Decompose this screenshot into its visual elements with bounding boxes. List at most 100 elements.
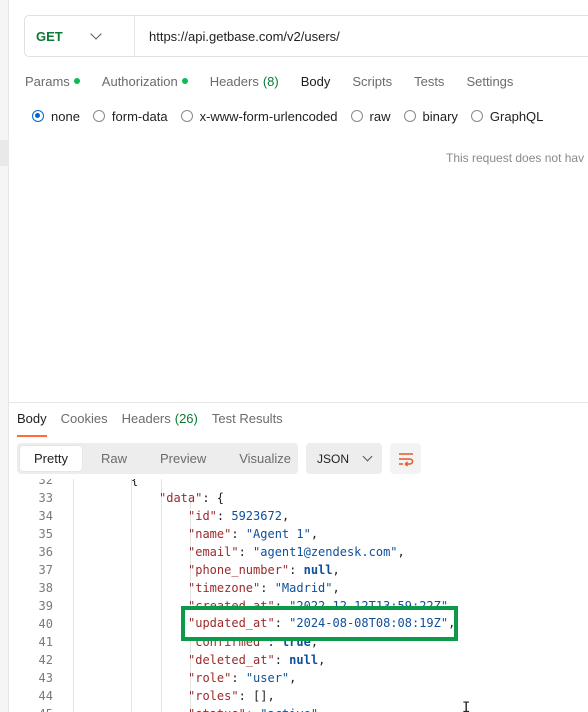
view-mode-visualize[interactable]: Visualize	[225, 446, 305, 471]
code-text: "id": 5923672,	[188, 507, 289, 525]
line-number: 34	[38, 509, 53, 523]
line-number: 35	[38, 527, 53, 541]
tab-scripts[interactable]: Scripts	[352, 72, 392, 90]
text-cursor-icon: I	[462, 700, 471, 712]
line-number: 39	[38, 599, 53, 613]
radio-label: raw	[369, 108, 391, 124]
code-token: "id"	[188, 509, 217, 523]
body-type-graphql[interactable]: GraphQL	[470, 108, 544, 124]
format-select[interactable]: JSON	[306, 443, 382, 474]
radio-label: form-data	[111, 108, 168, 124]
code-token: "email"	[188, 545, 239, 559]
tab-settings[interactable]: Settings	[466, 72, 513, 90]
tab-label: Headers	[209, 73, 259, 89]
code-token: "timezone"	[188, 581, 261, 595]
code-text: "status": "active"	[188, 705, 318, 712]
code-token: :	[289, 563, 304, 577]
radio-button[interactable]	[470, 110, 483, 122]
response-tab-cookies[interactable]: Cookies	[61, 411, 108, 437]
code-token: "2024-08-08T08:08:19Z"	[289, 616, 449, 630]
tab-count: (26)	[174, 411, 198, 426]
code-line: 35 "name": "Agent 1",	[9, 525, 588, 543]
view-mode-raw[interactable]: Raw	[87, 446, 141, 471]
code-token: null	[303, 563, 333, 577]
code-token: :	[260, 581, 275, 595]
code-token: ,	[448, 616, 456, 630]
line-number: 40	[38, 617, 53, 631]
body-type-binary[interactable]: binary	[403, 109, 458, 124]
code-token: "phone_number"	[188, 563, 290, 577]
view-mode-preview[interactable]: Preview	[146, 446, 220, 471]
response-code-viewer[interactable]: 32{33 "data": {34 "id": 5923672, 35 "name": …	[9, 479, 588, 712]
tab-label: Test Results	[211, 411, 283, 426]
code-token: "agent1@zendesk.com"	[253, 545, 398, 559]
tab-authorization[interactable]: Authorization	[102, 72, 188, 90]
line-number: 44	[38, 689, 53, 703]
tab-headers[interactable]: Headers (8)	[210, 72, 279, 90]
code-line: 37 "phone_number": null,	[9, 561, 588, 579]
body-type-form-data[interactable]: form-data	[92, 108, 168, 124]
code-line: 42 "deleted_at": null,	[9, 651, 588, 669]
chevron-down-icon	[362, 451, 373, 462]
body-type-options: none form-data x-www-form-urlencoded raw bin…	[32, 108, 556, 124]
status-dot-icon	[73, 78, 80, 84]
tab-label: Params	[25, 73, 70, 89]
body-type-x-www-form-urlencoded[interactable]: x-www-form-urlencoded	[180, 109, 338, 124]
method-select[interactable]: GET	[25, 16, 135, 56]
code-line: 43 "role": "user",	[9, 669, 588, 687]
code-line: 45 "status": "active"	[9, 705, 588, 712]
code-token: :	[231, 671, 246, 685]
line-number: 42	[38, 653, 53, 667]
body-type-raw[interactable]: raw	[350, 108, 391, 124]
radio-button[interactable]	[350, 110, 363, 122]
response-tab-headers[interactable]: Headers (26)	[122, 411, 198, 437]
code-token: "active"	[260, 707, 318, 712]
code-token: :	[246, 707, 260, 712]
code-token: "role"	[188, 671, 232, 685]
code-text: "phone_number": null,	[188, 561, 340, 579]
radio-button[interactable]	[92, 110, 105, 122]
response-tab-test-results[interactable]: Test Results	[212, 411, 283, 437]
code-text: "role": "user",	[188, 669, 296, 687]
body-type-none[interactable]: none	[32, 109, 80, 124]
code-line: 34 "id": 5923672,	[9, 507, 588, 525]
tab-body[interactable]: Body	[301, 72, 331, 90]
code-token: ,	[318, 653, 326, 667]
code-text: "name": "Agent 1",	[188, 525, 318, 543]
line-number: 41	[38, 635, 53, 649]
code-token: ,	[289, 671, 297, 685]
code-token: :	[238, 545, 254, 559]
tab-label: Scripts	[352, 73, 393, 89]
view-mode-pretty[interactable]: Pretty	[20, 446, 82, 471]
code-text: "roles": [],	[188, 687, 275, 705]
radio-button[interactable]	[180, 110, 193, 122]
code-token: {	[131, 479, 139, 487]
code-token: "roles"	[188, 689, 239, 703]
code-text: {	[131, 479, 138, 489]
line-number: 37	[38, 563, 53, 577]
gutter-marker	[0, 140, 9, 166]
url-input[interactable]: https://api.getbase.com/v2/users/	[135, 29, 340, 44]
response-tab-body[interactable]: Body	[17, 411, 47, 437]
code-token: :	[231, 527, 246, 541]
tab-count: (8)	[262, 73, 279, 89]
code-line: 32 {	[9, 479, 588, 489]
status-dot-icon	[181, 78, 188, 84]
highlighted-line-text: "updated_at": "2024-08-08T08:08:19Z",	[188, 614, 455, 632]
line-number: 32	[38, 479, 53, 487]
wrap-lines-button[interactable]	[390, 443, 421, 474]
code-token: ,	[281, 509, 290, 523]
code-token: : {	[202, 491, 225, 505]
code-token: ,	[332, 581, 340, 595]
code-text: "deleted_at": null,	[188, 651, 325, 669]
code-line: 44 "roles": [],	[9, 687, 588, 705]
code-token: 5923672	[231, 509, 282, 523]
line-number: 45	[9, 705, 53, 712]
code-text: "email": "agent1@zendesk.com",	[188, 543, 405, 561]
radio-label: GraphQL	[489, 108, 544, 124]
radio-button[interactable]	[32, 110, 44, 122]
code-token: ,	[310, 527, 319, 541]
tab-params[interactable]: Params	[25, 72, 80, 90]
tab-tests[interactable]: Tests	[414, 72, 444, 90]
radio-button[interactable]	[403, 110, 416, 122]
